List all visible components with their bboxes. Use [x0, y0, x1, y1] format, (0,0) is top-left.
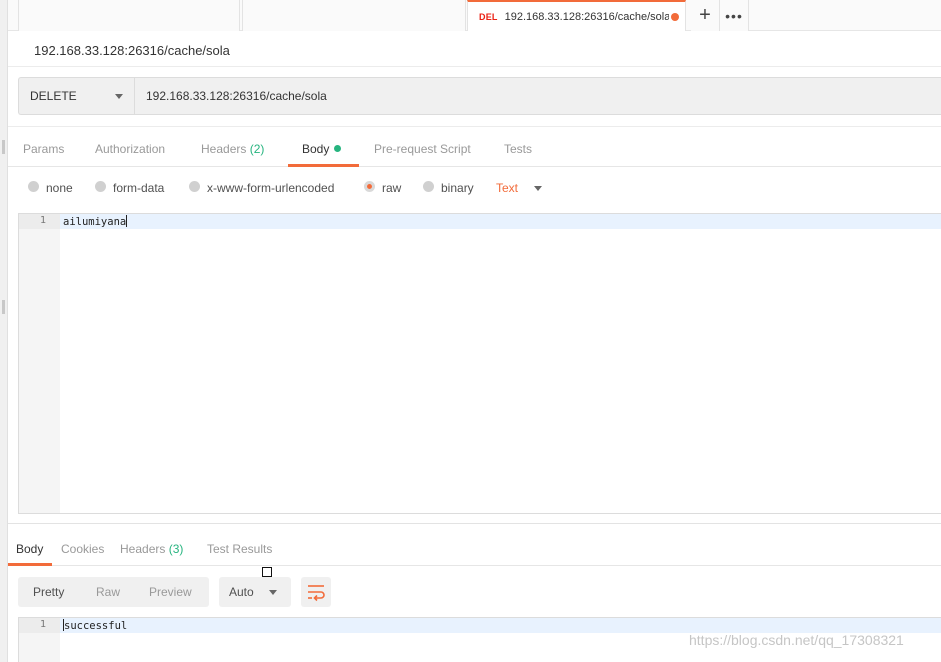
pane-splitter[interactable] — [8, 523, 941, 524]
method-value: DELETE — [30, 89, 77, 103]
response-headers-count: (3) — [168, 542, 184, 556]
text-cursor — [126, 215, 128, 227]
tab-strip: DEL 192.168.33.128:26316/cache/sola + ••… — [8, 0, 941, 31]
view-raw[interactable]: Raw — [96, 585, 120, 599]
tab-url: 192.168.33.128:26316/cache/sola — [504, 10, 669, 23]
request-body-editor[interactable]: 1 ailumiyana — [18, 213, 941, 514]
mode-none[interactable]: none — [28, 180, 73, 195]
request-tabs: Params Authorization Headers (2) Body Pr… — [8, 129, 941, 167]
response-tabs: Body Cookies Headers (3) Test Results — [8, 533, 941, 566]
url-bar: DELETE 192.168.33.128:26316/cache/sola — [18, 77, 941, 115]
active-tab-underline — [8, 563, 52, 566]
unsaved-dot-icon — [670, 12, 679, 21]
radio-icon[interactable] — [95, 180, 106, 192]
mode-raw[interactable]: raw — [364, 180, 401, 195]
tab-blank[interactable] — [18, 0, 240, 31]
code-line[interactable]: successful — [63, 619, 127, 632]
raw-type-select[interactable]: Text — [496, 181, 518, 195]
radio-icon[interactable] — [28, 180, 39, 192]
response-view-toggle: Pretty Raw Preview — [18, 577, 209, 607]
chevron-down-icon — [115, 94, 123, 99]
tab-body[interactable]: Body — [302, 142, 342, 156]
tab-active-request[interactable]: DEL 192.168.33.128:26316/cache/sola — [467, 0, 686, 31]
headers-count: (2) — [249, 142, 265, 156]
view-pretty[interactable]: Pretty — [33, 585, 64, 599]
tab-params[interactable]: Params — [23, 142, 64, 156]
active-tab-underline — [288, 164, 359, 167]
watermark: https://blog.csdn.net/qq_17308321 — [689, 632, 904, 648]
format-select[interactable]: Auto — [219, 577, 291, 607]
edge-mark — [2, 300, 5, 314]
chevron-down-icon[interactable] — [534, 186, 542, 191]
response-tab-test-results[interactable]: Test Results — [207, 542, 272, 556]
body-mode-options: none form-data x-www-form-urlencoded raw… — [8, 168, 941, 212]
tab-authorization[interactable]: Authorization — [95, 142, 165, 156]
active-line-highlight — [60, 214, 941, 229]
mode-x-www-form-urlencoded[interactable]: x-www-form-urlencoded — [189, 180, 334, 195]
window-left-edge — [0, 0, 8, 662]
tab-method-badge: DEL — [479, 11, 498, 22]
tab-tests[interactable]: Tests — [504, 142, 532, 156]
line-number: 1 — [39, 619, 46, 630]
view-preview[interactable]: Preview — [149, 585, 192, 599]
tab-blank[interactable] — [242, 0, 466, 31]
tab-pre-request-script[interactable]: Pre-request Script — [374, 142, 471, 156]
url-input[interactable]: 192.168.33.128:26316/cache/sola — [135, 78, 941, 114]
mouse-marker — [262, 567, 272, 577]
plus-icon[interactable]: + — [691, 0, 720, 31]
wrap-lines-button[interactable] — [301, 577, 331, 607]
format-value: Auto — [229, 585, 254, 599]
more-dots-icon[interactable]: ••• — [720, 0, 749, 31]
line-number: 1 — [39, 215, 46, 226]
line-gutter: 1 — [19, 214, 60, 513]
mode-form-data[interactable]: form-data — [95, 180, 164, 195]
line-gutter: 1 — [19, 618, 60, 662]
radio-icon[interactable] — [423, 180, 434, 192]
code-line[interactable]: ailumiyana — [63, 215, 128, 228]
tab-headers[interactable]: Headers (2) — [201, 142, 264, 156]
divider — [8, 66, 941, 67]
radio-selected-icon[interactable] — [364, 180, 375, 192]
active-line-highlight — [60, 618, 941, 633]
wrap-lines-icon — [308, 585, 325, 602]
divider — [8, 126, 941, 127]
radio-icon[interactable] — [189, 180, 200, 192]
body-set-dot-icon — [334, 145, 342, 152]
method-select[interactable]: DELETE — [19, 78, 135, 114]
mode-binary[interactable]: binary — [423, 180, 474, 195]
chevron-down-icon — [269, 590, 277, 595]
response-tab-headers[interactable]: Headers (3) — [120, 542, 183, 556]
request-name: 192.168.33.128:26316/cache/sola — [34, 43, 230, 58]
response-tab-cookies[interactable]: Cookies — [61, 542, 104, 556]
edge-mark — [2, 140, 5, 154]
response-tab-body[interactable]: Body — [16, 542, 43, 556]
